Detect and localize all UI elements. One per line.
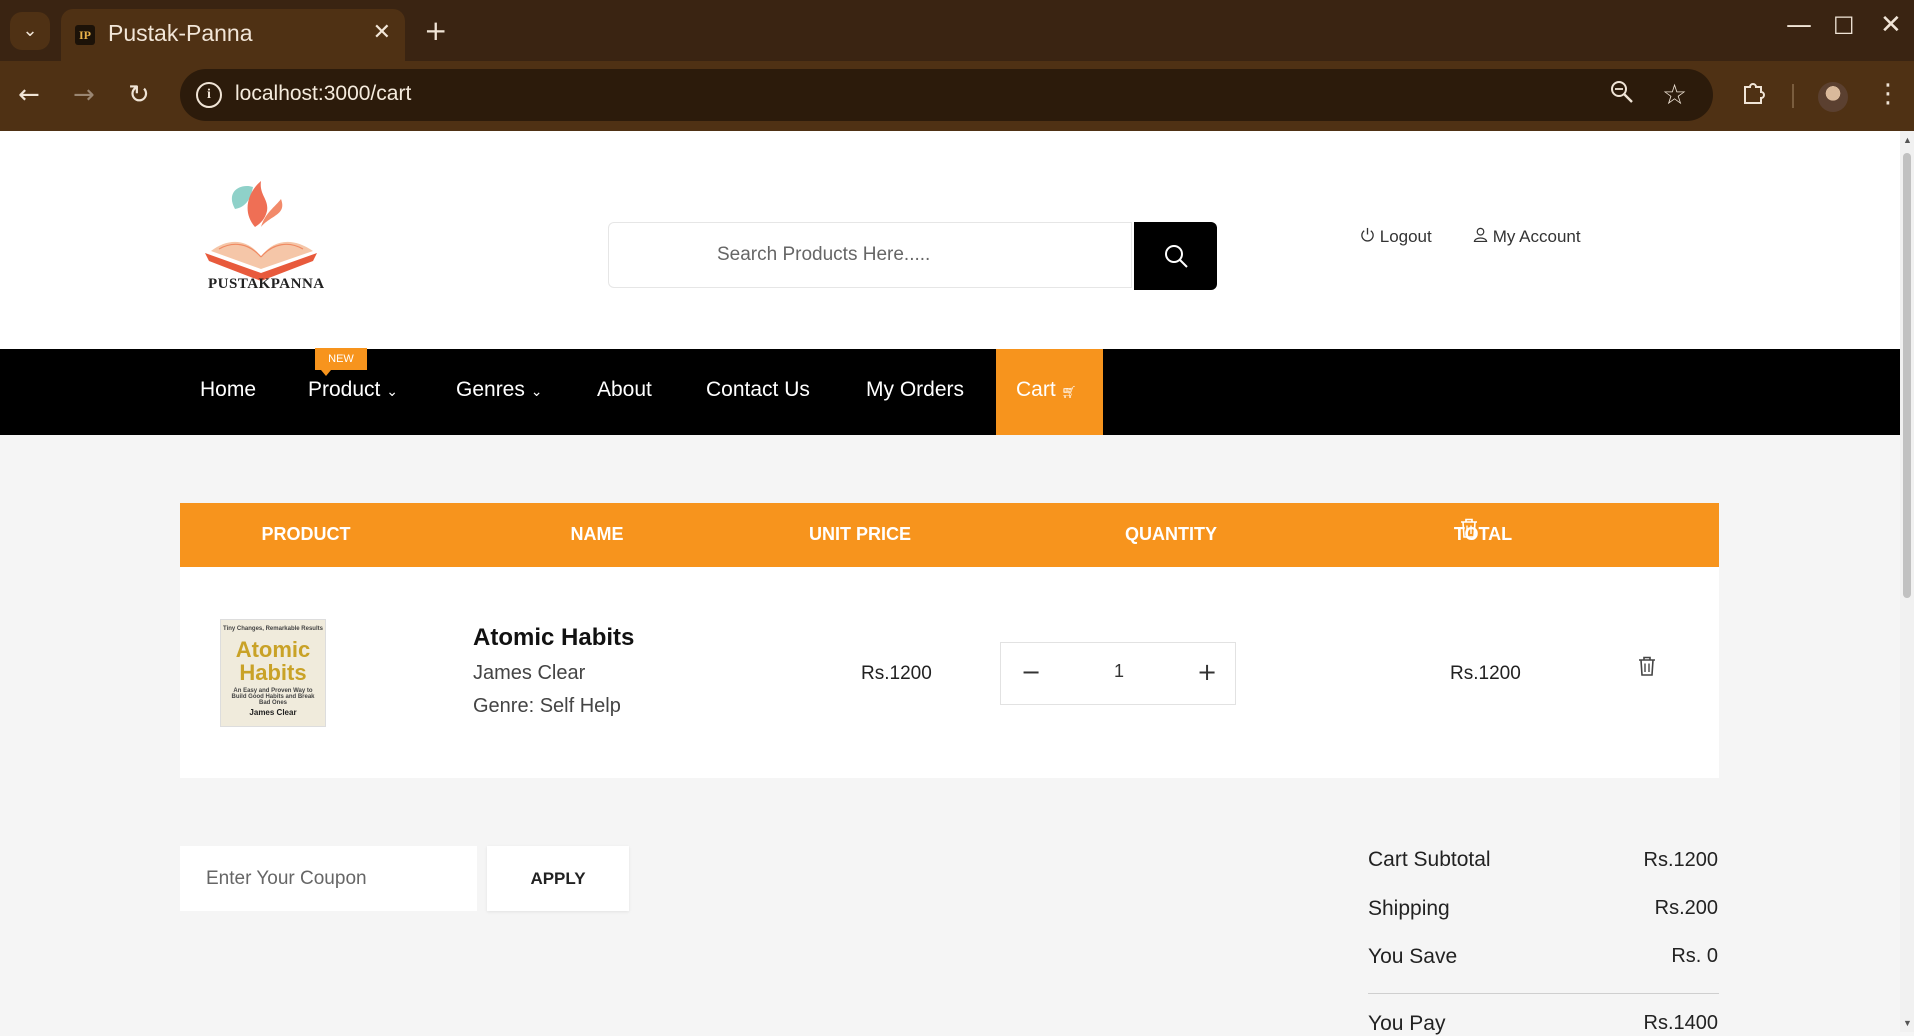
scroll-up-arrow-icon[interactable]: ▲ [1903,135,1912,145]
clear-cart-trash-icon[interactable] [1460,518,1478,538]
close-icon[interactable]: ✕ [1880,10,1902,40]
star-icon[interactable]: ☆ [1662,78,1687,111]
column-header-unit-price: UNIT PRICE [808,524,912,544]
nav-my-orders-label: My Orders [866,378,965,401]
search-icon [1165,245,1188,268]
nav-product-label: Product [308,378,381,401]
subtotal-label: Cart Subtotal [1368,848,1491,871]
shipping-label: Shipping [1368,897,1450,920]
info-icon[interactable]: i [196,82,222,108]
cover-author: James Clear [249,708,297,717]
minus-icon[interactable]: − [1017,658,1045,686]
tab-title: Pustak-Panna [108,20,253,46]
shipping-value: Rs.200 [1654,897,1718,919]
search-box [608,222,1132,288]
browser-tab[interactable]: IP Pustak-Panna ✕ [61,9,405,61]
product-author: James Clear [473,662,586,684]
line-total: Rs.1200 [1450,663,1521,684]
plus-icon[interactable]: + [424,14,447,47]
scroll-down-arrow-icon[interactable]: ▼ [1903,1018,1912,1028]
subtotal-value: Rs.1200 [1643,849,1719,871]
nav-cart[interactable]: Cart 🛒︎ [996,349,1103,435]
summary-divider [1368,993,1719,994]
nav-product[interactable]: Product ⌄ [308,378,398,402]
cover-subtitle: An Easy and Proven Way to Build Good Hab… [231,688,315,706]
nav-my-orders[interactable]: My Orders [866,378,964,402]
apply-coupon-button[interactable]: APPLY [487,846,629,911]
plus-icon[interactable]: + [1193,658,1221,686]
minimize-icon[interactable]: — [1786,10,1812,40]
nav-about[interactable]: About [597,378,652,402]
product-genre: Genre: Self Help [473,695,621,717]
avatar[interactable] [1818,82,1848,112]
my-account-link[interactable]: My Account [1473,227,1581,247]
address-bar[interactable]: i localhost:3000/cart [180,69,1713,121]
nav-contact-label: Contact Us [706,378,810,401]
you-pay-label: You Pay [1368,1012,1446,1035]
you-save-value: Rs. 0 [1671,945,1718,967]
my-account-label: My Account [1492,227,1581,246]
more-vert-icon[interactable]: ⋮ [1875,79,1901,109]
scrollbar[interactable]: ▲ ▼ [1900,131,1914,1032]
close-icon[interactable]: ✕ [373,20,391,45]
quantity-value[interactable]: 1 [1101,661,1137,682]
search-button[interactable] [1134,222,1217,290]
nav-home[interactable]: Home [200,378,256,402]
remove-item-trash-icon[interactable] [1638,656,1656,676]
toolbar-divider [1792,84,1794,108]
nav-about-label: About [597,378,652,401]
logout-label: Logout [1379,227,1432,246]
user-icon [1473,227,1488,243]
coupon-input[interactable] [180,846,477,911]
logo-text: PUSTAKPANNA [208,276,325,292]
main-nav: Home NEW Product ⌄ Genres ⌄ About Contac… [0,348,1900,435]
cover-title-line1: Atomic [235,637,311,662]
cart-table-header: PRODUCT NAME UNIT PRICE QUANTITY TOTAL [180,503,1719,567]
new-badge: NEW [315,348,367,376]
column-header-quantity: QUANTITY [1125,524,1217,544]
zoom-icon[interactable] [1610,80,1634,111]
maximize-icon[interactable]: ☐ [1833,12,1855,40]
nav-contact[interactable]: Contact Us [706,378,810,402]
table-row: Tiny Changes, Remarkable Results Atomic … [180,567,1719,778]
nav-genres[interactable]: Genres ⌄ [456,378,542,402]
unit-price: Rs.1200 [861,663,932,684]
quantity-stepper: − 1 + [1000,642,1236,705]
forward-arrow-icon[interactable]: → [73,80,95,110]
logout-link[interactable]: Logout [1360,227,1432,247]
you-save-label: You Save [1368,945,1458,968]
product-title[interactable]: Atomic Habits [473,624,634,652]
power-icon [1361,227,1374,242]
product-image[interactable]: Tiny Changes, Remarkable Results Atomic … [220,619,326,727]
url-text[interactable]: localhost:3000/cart [235,82,411,106]
nav-cart-label: Cart [1016,378,1056,401]
reload-icon[interactable]: ↻ [128,80,150,110]
cover-title-line2: Habits [239,660,307,685]
column-header-name: NAME [570,524,624,544]
search-input[interactable] [609,223,1131,287]
back-arrow-icon[interactable]: ← [18,80,40,110]
nav-home-label: Home [200,378,257,401]
chevron-down-icon[interactable]: ⌄ [10,12,50,50]
column-header-product: PRODUCT [261,524,351,544]
scroll-thumb[interactable] [1903,153,1911,598]
cart-icon: 🛒︎ [1061,385,1077,399]
browser-tab-strip: ⌄ IP Pustak-Panna ✕ + — ☐ ✕ [0,0,1914,61]
cover-top-text: Tiny Changes, Remarkable Results [223,626,323,632]
chevron-down-icon: ⌄ [530,383,543,399]
puzzle-icon[interactable] [1741,79,1767,112]
chevron-down-icon: ⌄ [386,383,398,399]
favicon: IP [75,25,95,45]
nav-genres-label: Genres [456,378,525,401]
